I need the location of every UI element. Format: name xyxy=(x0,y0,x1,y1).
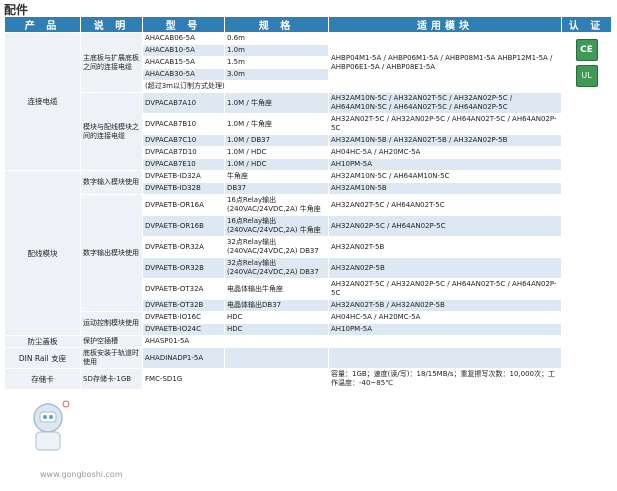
model-cell: DVPAETB-ID32A xyxy=(142,170,225,183)
table-row: 存储卡 SD存储卡-1GB FMC-SD1G 容量：1GB；速度(读/写)：18… xyxy=(4,368,612,390)
spec-cell: DB37 xyxy=(224,182,329,195)
header-product: 产 品 xyxy=(4,16,81,33)
spec-cell: 电晶体输出牛角座 xyxy=(224,278,329,300)
note-cell: (超过3m以订制方式处理) xyxy=(142,80,329,93)
table-row: 防尘盖板 保护空插槽 AHASP01-5A xyxy=(4,335,612,348)
module-cell: AH32AN02T-5B / AH32AN02P-5B xyxy=(328,299,562,312)
table-row: DIN Rail 支座 底板安装于轨道时使用 AHADINADP1-5A xyxy=(4,347,612,369)
product-dustcover: 防尘盖板 xyxy=(4,335,81,348)
table-row: 数字输出模块使用 DVPAETB-OR16A 16点Relay输出 (240VA… xyxy=(5,194,612,312)
watermark-text: www.gongboshi.com xyxy=(40,470,123,479)
cert-empty xyxy=(561,92,612,390)
cert-cell: CE UL xyxy=(561,32,612,93)
spec-cell: 1.5m xyxy=(224,56,329,69)
module-cell: AH32AN02P-5B xyxy=(328,257,562,279)
module-cell: AH32AN02T-5C / AH32AN02P-5C / AH64AN02T-… xyxy=(328,113,562,135)
spec-cell: 16点Relay输出 (240VAC/24VDC,2A) 牛角座 xyxy=(224,194,329,216)
module-cell: AHBP04M1-5A / AHBP06M1-5A / AHBP08M1-5A … xyxy=(328,32,562,93)
model-cell: DVPAETB-OR32A xyxy=(142,236,225,258)
header-model: 型 号 xyxy=(142,16,225,33)
model-cell: FMC-SD1G xyxy=(142,368,225,390)
spec-cell: 1.0M / 牛角座 xyxy=(224,92,329,114)
model-cell: DVPAETB-OT32A xyxy=(142,278,225,300)
product-wiring: 配线模块 xyxy=(4,170,81,336)
spec-cell: 1.0m xyxy=(224,44,329,57)
model-cell: DVPAETB-ID32B xyxy=(142,182,225,195)
spec-cell xyxy=(224,335,329,348)
product-sd-card: 存储卡 xyxy=(4,368,81,390)
spec-cell: HDC xyxy=(224,323,329,336)
module-cell: AH32AN02P-5C / AH64AN02P-5C xyxy=(328,215,562,237)
desc-dustcover: 保护空插槽 xyxy=(80,335,143,348)
accessories-table: 产 品 说 明 型 号 规 格 适用模块 认 证 连接电缆 主底板与扩展底板之间… xyxy=(4,16,612,390)
desc-din-rail: 底板安装于轨道时使用 xyxy=(80,347,143,369)
model-cell: DVPACAB7C10 xyxy=(142,134,225,147)
spec-cell: 16点Relay输出 (240VAC/24VDC,2A) 牛角座 xyxy=(224,215,329,237)
desc-cable-wiring: 模块与配线模块之间的连接电缆 xyxy=(80,92,143,171)
desc-dout: 数字输出模块使用 xyxy=(80,194,143,312)
ul-cert-icon: UL xyxy=(575,64,598,87)
model-cell: DVPACAB7E10 xyxy=(142,158,225,171)
model-cell: DVPACAB7D10 xyxy=(142,146,225,159)
model-cell: AHACAB10-5A xyxy=(142,44,225,57)
header-spec: 规 格 xyxy=(224,16,329,33)
product-din-rail: DIN Rail 支座 xyxy=(4,347,81,369)
spec-cell: 1.0M / HDC xyxy=(224,158,329,171)
desc-din: 数字输入模块使用 xyxy=(80,170,143,195)
table-row: 模块与配线模块之间的连接电缆 DVPACAB7A10 1.0M / 牛角座 AH… xyxy=(5,92,612,390)
model-cell: DVPAETB-IO16C xyxy=(142,311,225,324)
spec-cell: HDC xyxy=(224,311,329,324)
spec-cell: 电晶体输出DB37 xyxy=(224,299,329,312)
module-cell: AH04HC-5A / AH20MC-5A xyxy=(328,146,562,159)
spec-cell xyxy=(224,368,329,390)
model-cell: AHASP01-5A xyxy=(142,335,225,348)
spec-cell: 0.6m xyxy=(224,32,329,45)
ce-cert-icon: CE xyxy=(575,38,598,61)
module-cell: 容量：1GB；速度(读/写)：18/15MB/s；重复擦写次数：10,000次；… xyxy=(328,368,562,390)
spec-cell: 1.0M / 牛角座 xyxy=(224,113,329,135)
module-cell: AH32AM10N-5C / AH64AM10N-5C xyxy=(328,170,562,183)
module-cell: AH32AM10N-5B xyxy=(328,182,562,195)
desc-motion: 运动控制模块使用 xyxy=(80,311,143,336)
model-cell: DVPACAB7B10 xyxy=(142,113,225,135)
model-cell: DVPACAB7A10 xyxy=(142,92,225,114)
module-cell: AH32AM10N-5C / AH32AN02T-5C / AH32AN02P-… xyxy=(328,92,562,114)
model-cell: DVPAETB-OR16A xyxy=(142,194,225,216)
model-cell: DVPAETB-OT32B xyxy=(142,299,225,312)
module-cell: AH10PM-5A xyxy=(328,323,562,336)
spec-cell: 1.0M / HDC xyxy=(224,146,329,159)
model-cell: AHACAB06-5A xyxy=(142,32,225,45)
model-cell: AHACAB15-5A xyxy=(142,56,225,69)
spec-cell: 32点Relay输出 (240VAC/24VDC,2A) DB37 xyxy=(224,257,329,279)
spec-cell: 3.0m xyxy=(224,68,329,81)
model-cell: DVPAETB-IO24C xyxy=(142,323,225,336)
header-desc: 说 明 xyxy=(80,16,143,33)
module-cell: AH04HC-5A / AH20MC-5A xyxy=(328,311,562,324)
model-cell: AHACAB30-5A xyxy=(142,68,225,81)
product-cable: 连接电缆 xyxy=(4,32,81,171)
module-cell: AH32AN02T-5C / AH64AN02T-5C xyxy=(328,194,562,216)
header-cert: 认 证 xyxy=(561,16,612,33)
module-cell xyxy=(328,335,562,348)
table-row: 运动控制模块使用 DVPAETB-IO16C HDC AH04HC-5A / A… xyxy=(5,311,612,336)
table-row: 连接电缆 主底板与扩展底板之间的连接电缆 AHACAB06-5A 0.6m AH… xyxy=(4,32,612,171)
spec-cell xyxy=(224,347,329,369)
module-cell xyxy=(328,347,562,369)
table-header: 产 品 说 明 型 号 规 格 适用模块 认 证 xyxy=(4,16,612,33)
module-cell: AH10PM-5A xyxy=(328,158,562,171)
table-row: 配线模块 数字输入模块使用 DVPAETB-ID32A 牛角座 AH32AM10… xyxy=(4,170,612,336)
spec-cell: 牛角座 xyxy=(224,170,329,183)
module-cell: AH32AM10N-5B / AH32AN02T-5B / AH32AN02P-… xyxy=(328,134,562,147)
header-module: 适用模块 xyxy=(328,16,562,33)
model-cell: DVPAETB-OR32B xyxy=(142,257,225,279)
module-cell: AH32AN02T-5C / AH32AN02P-5C / AH64AN02T-… xyxy=(328,278,562,300)
module-cell: AH32AN02T-5B xyxy=(328,236,562,258)
desc-sd-card: SD存储卡-1GB xyxy=(80,368,143,390)
model-cell: AHADINADP1-5A xyxy=(142,347,225,369)
spec-cell: 1.0M / DB37 xyxy=(224,134,329,147)
model-cell: DVPAETB-OR16B xyxy=(142,215,225,237)
spec-cell: 32点Relay输出 (240VAC/24VDC,2A) DB37 xyxy=(224,236,329,258)
robot-logo-icon xyxy=(33,400,70,451)
desc-cable-ext: 主底板与扩展底板之间的连接电缆 xyxy=(80,32,143,93)
